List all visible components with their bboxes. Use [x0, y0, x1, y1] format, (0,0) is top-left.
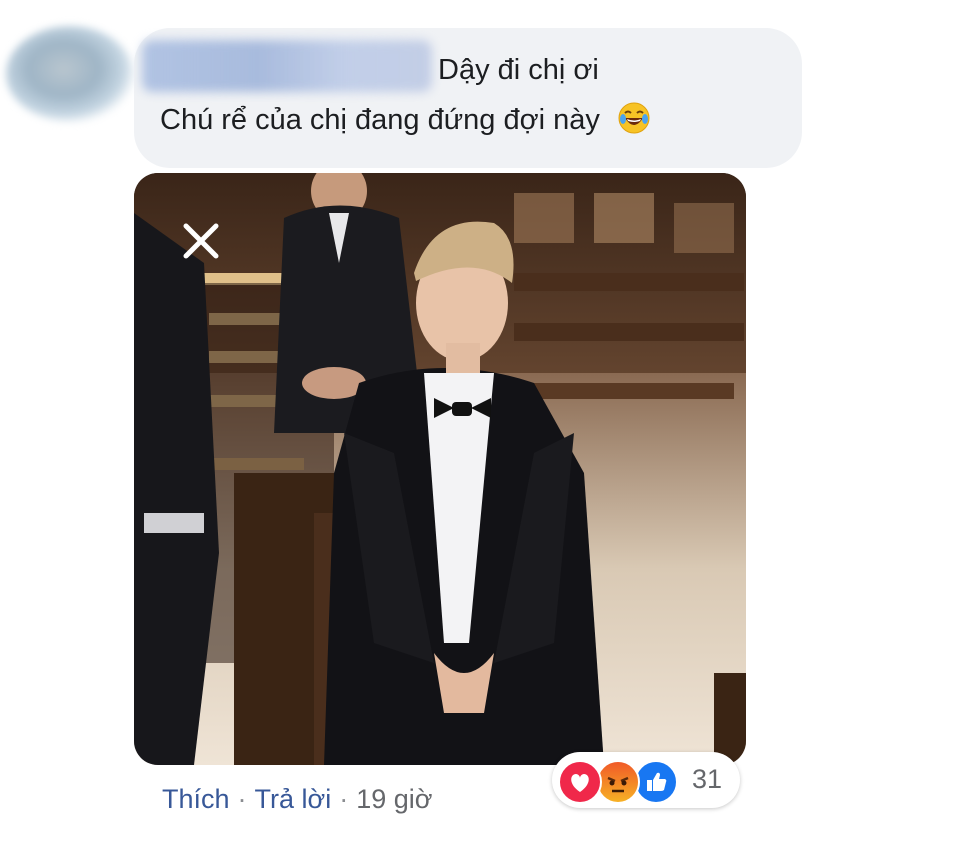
reply-link[interactable]: Trả lời — [255, 784, 332, 814]
comment-text-line1: Dậy đi chị ơi — [438, 54, 599, 87]
like-link[interactable]: Thích — [162, 784, 230, 814]
comment-container: Dậy đi chị ơi Chú rể của chị đang đứng đ… — [0, 0, 960, 841]
reactions-summary[interactable]: 31 — [552, 752, 740, 808]
avatar[interactable] — [6, 26, 134, 122]
separator: · — [237, 784, 247, 814]
laughing-emoji-icon — [618, 102, 650, 134]
close-icon — [183, 223, 219, 259]
comment-text-line2: Chú rể của chị đang đứng đợi này — [160, 102, 650, 137]
like-reaction-icon — [634, 760, 678, 804]
author-name[interactable] — [142, 40, 432, 92]
comment-actions: Thích · Trả lời · 19 giờ — [162, 784, 433, 815]
reaction-count: 31 — [692, 764, 723, 794]
angry-reaction-icon — [596, 760, 640, 804]
comment-text-line1-content: Dậy đi chị ơi — [438, 54, 599, 86]
love-reaction-icon — [558, 760, 602, 804]
comment-text-line2-content: Chú rể của chị đang đứng đợi này — [160, 104, 600, 136]
comment-timestamp[interactable]: 19 giờ — [356, 784, 432, 814]
close-photo-button[interactable] — [176, 216, 226, 266]
separator: · — [339, 784, 349, 814]
